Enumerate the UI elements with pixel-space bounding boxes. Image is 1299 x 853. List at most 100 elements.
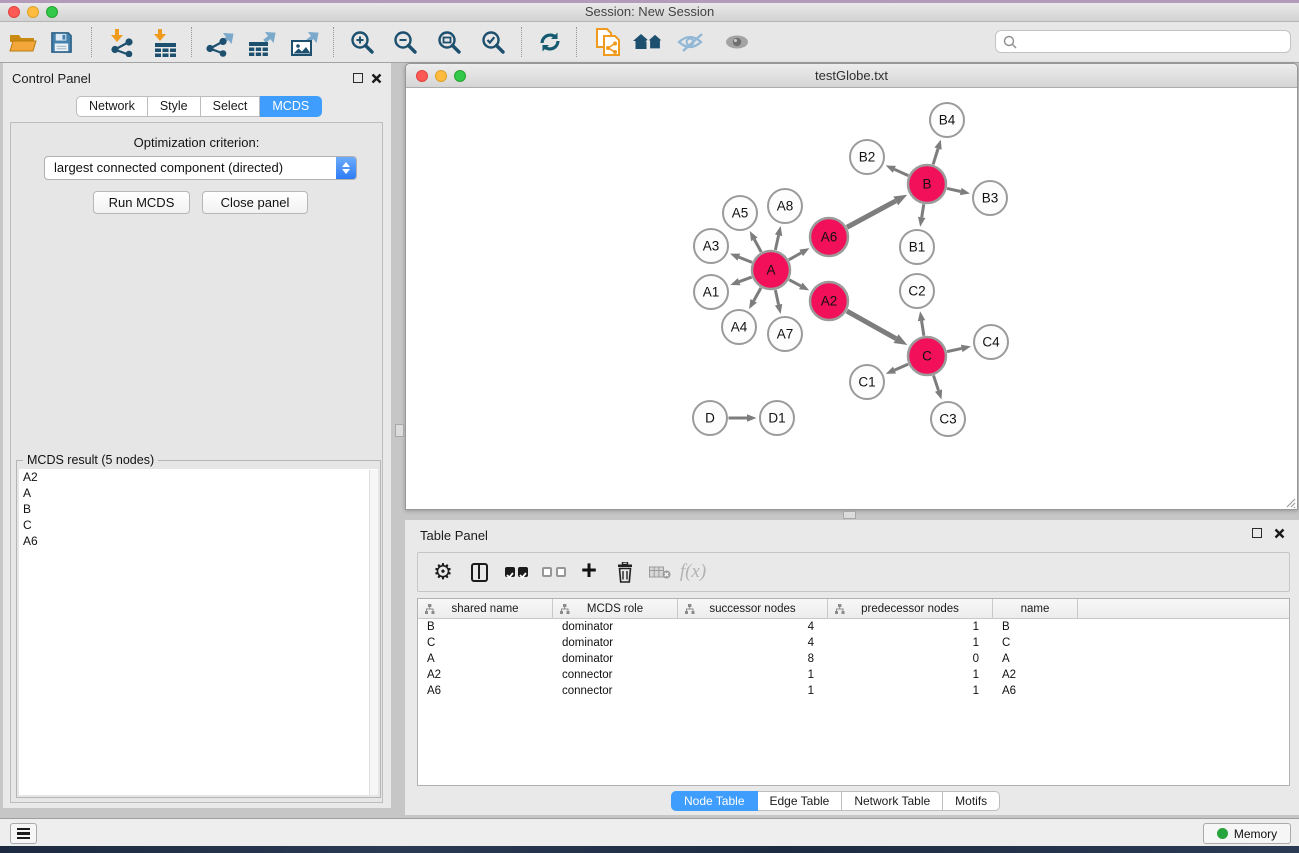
export-table-icon[interactable] (243, 25, 279, 59)
graph-node-C1[interactable]: C1 (850, 365, 884, 399)
edge-A-A2[interactable] (789, 280, 809, 291)
graph-node-A6[interactable]: A6 (810, 218, 848, 256)
edge-A-A8[interactable] (775, 226, 782, 250)
export-network-icon[interactable] (201, 25, 237, 59)
edge-D-D1[interactable] (729, 414, 757, 422)
horizontal-split-handle[interactable] (843, 511, 856, 519)
edge-A-A4[interactable] (749, 288, 761, 309)
table-cell[interactable]: B (993, 619, 1078, 635)
table-cell[interactable]: dominator (553, 619, 678, 635)
edge-C-C2[interactable] (918, 311, 925, 335)
graph-node-C[interactable]: C (908, 337, 946, 375)
column-header-name[interactable]: name (993, 599, 1078, 618)
network-canvas[interactable]: AA1A2A3A4A5A6A7A8BB1B2B3B4CC1C2C3C4DD1 (406, 88, 1297, 509)
result-scrollbar[interactable] (369, 470, 378, 795)
graph-node-B[interactable]: B (908, 165, 946, 203)
table-row[interactable]: Bdominator41B (418, 619, 1289, 635)
table-cell[interactable]: 1 (678, 683, 828, 699)
edge-A-A6[interactable] (789, 248, 810, 260)
graph-node-B2[interactable]: B2 (850, 140, 884, 174)
edge-B-B3[interactable] (947, 188, 970, 195)
table-cell[interactable]: A2 (993, 667, 1078, 683)
zoom-in-icon[interactable] (344, 25, 380, 59)
mcds-result-item[interactable]: C (19, 517, 378, 533)
close-panel-button[interactable]: Close panel (202, 191, 308, 214)
minimize-traffic-light[interactable] (435, 70, 447, 82)
tab-node-table[interactable]: Node Table (671, 791, 758, 811)
table-cell[interactable]: C (418, 635, 553, 651)
table-cell[interactable]: 4 (678, 619, 828, 635)
hide-network-eye-icon[interactable] (673, 25, 709, 59)
zoom-fit-icon[interactable] (431, 25, 467, 59)
task-history-list-icon[interactable] (10, 823, 37, 844)
graph-node-A2[interactable]: A2 (810, 282, 848, 320)
table-cell[interactable]: C (993, 635, 1078, 651)
graph-node-D[interactable]: D (693, 401, 727, 435)
close-traffic-light[interactable] (416, 70, 428, 82)
show-columns-icon[interactable] (466, 553, 492, 591)
edge-C-C4[interactable] (947, 345, 971, 352)
network-window-titlebar[interactable]: testGlobe.txt (406, 64, 1297, 88)
save-session-icon[interactable] (43, 25, 79, 59)
graph-node-C4[interactable]: C4 (974, 325, 1008, 359)
open-session-icon[interactable] (5, 25, 41, 59)
graph-node-C2[interactable]: C2 (900, 274, 934, 308)
network-from-file-icon[interactable] (590, 25, 626, 59)
edge-B-B2[interactable] (886, 165, 909, 175)
import-network-icon[interactable] (103, 25, 139, 59)
tab-edge-table[interactable]: Edge Table (758, 791, 843, 811)
delete-column-trash-icon[interactable] (612, 553, 638, 591)
home-icon[interactable] (630, 25, 666, 59)
run-mcds-button[interactable]: Run MCDS (93, 191, 190, 214)
show-network-eye-icon[interactable] (719, 25, 755, 59)
import-table-icon[interactable] (146, 25, 182, 59)
edge-A-A1[interactable] (730, 277, 752, 285)
edge-A-A7[interactable] (775, 290, 782, 314)
vertical-split-handle[interactable] (395, 424, 404, 437)
tab-network[interactable]: Network (76, 96, 148, 117)
graph-node-A3[interactable]: A3 (694, 229, 728, 263)
graph-node-A7[interactable]: A7 (768, 317, 802, 351)
close-traffic-light[interactable] (8, 6, 20, 18)
tab-motifs[interactable]: Motifs (943, 791, 1000, 811)
mcds-result-item[interactable]: A6 (19, 533, 378, 549)
edge-C-C3[interactable] (933, 375, 942, 399)
close-panel-icon[interactable] (371, 73, 382, 84)
table-cell[interactable]: B (418, 619, 553, 635)
table-row[interactable]: A6connector11A6 (418, 683, 1289, 699)
graph-node-A8[interactable]: A8 (768, 189, 802, 223)
table-cell[interactable]: 0 (828, 651, 993, 667)
graph-node-A4[interactable]: A4 (722, 310, 756, 344)
table-cell[interactable]: 1 (828, 619, 993, 635)
table-settings-gear-icon[interactable]: ⚙ (430, 553, 456, 591)
table-cell[interactable]: 8 (678, 651, 828, 667)
table-cell[interactable]: A (993, 651, 1078, 667)
table-cell[interactable]: dominator (553, 651, 678, 667)
edge-A6-B[interactable] (847, 195, 907, 228)
graph-node-B1[interactable]: B1 (900, 230, 934, 264)
table-row[interactable]: Cdominator41C (418, 635, 1289, 651)
select-all-columns-icon[interactable] (502, 553, 530, 591)
table-cell[interactable]: connector (553, 667, 678, 683)
graph-node-D1[interactable]: D1 (760, 401, 794, 435)
minimize-traffic-light[interactable] (27, 6, 39, 18)
float-panel-icon[interactable] (1252, 528, 1262, 538)
maximize-traffic-light[interactable] (454, 70, 466, 82)
edge-A-A3[interactable] (730, 254, 752, 263)
table-cell[interactable]: 1 (828, 683, 993, 699)
column-header-successor-nodes[interactable]: successor nodes (678, 599, 828, 618)
zoom-out-icon[interactable] (387, 25, 423, 59)
table-cell[interactable]: connector (553, 683, 678, 699)
table-cell[interactable]: A2 (418, 667, 553, 683)
table-cell[interactable]: A (418, 651, 553, 667)
tab-mcds[interactable]: MCDS (260, 96, 322, 117)
table-row[interactable]: A2connector11A2 (418, 667, 1289, 683)
column-header-predecessor-nodes[interactable]: predecessor nodes (828, 599, 993, 618)
network-graph[interactable]: AA1A2A3A4A5A6A7A8BB1B2B3B4CC1C2C3C4DD1 (406, 88, 1297, 509)
criterion-dropdown[interactable]: largest connected component (directed) (44, 156, 357, 180)
graph-node-B3[interactable]: B3 (973, 181, 1007, 215)
graph-node-A1[interactable]: A1 (694, 275, 728, 309)
mcds-result-item[interactable]: A2 (19, 469, 378, 485)
edge-C-C1[interactable] (886, 364, 908, 374)
table-cell[interactable]: 1 (828, 635, 993, 651)
